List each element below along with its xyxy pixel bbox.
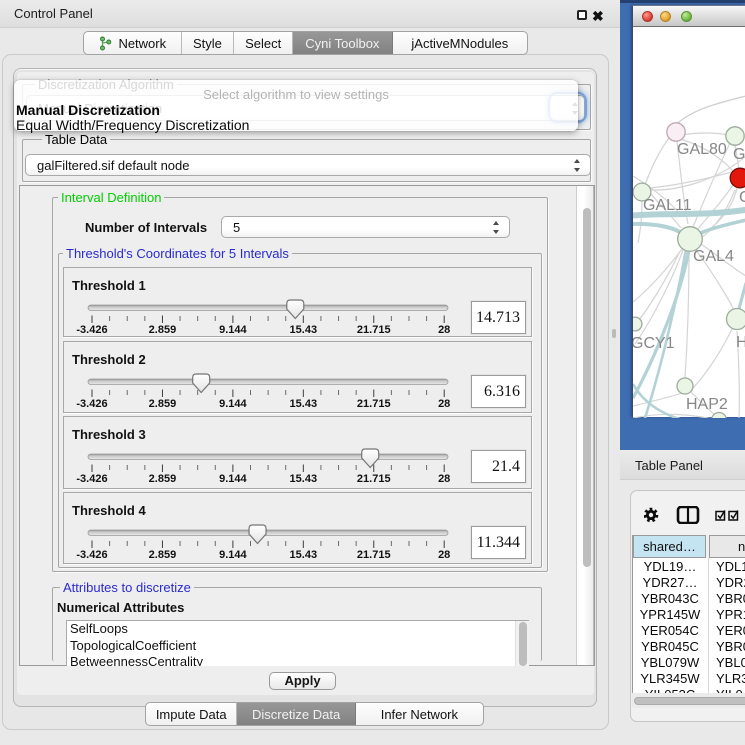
svg-text:21.715: 21.715 [357,398,391,410]
svg-text:-3.426: -3.426 [76,549,107,561]
svg-text:21.715: 21.715 [357,473,391,485]
svg-text:2.859: 2.859 [149,473,177,485]
svg-text:15.43: 15.43 [290,398,318,410]
svg-text:2.859: 2.859 [149,398,177,410]
svg-text:15.43: 15.43 [290,549,318,561]
svg-text:-3.426: -3.426 [76,398,107,410]
svg-text:21.715: 21.715 [357,324,391,336]
svg-text:GAL4: GAL4 [693,248,734,265]
svg-text:28: 28 [438,398,450,410]
svg-text:28: 28 [438,324,450,336]
svg-text:15.43: 15.43 [290,473,318,485]
svg-text:21.715: 21.715 [357,549,391,561]
svg-text:H: H [736,334,745,351]
svg-text:GCY1: GCY1 [633,335,675,352]
svg-text:28: 28 [438,549,450,561]
svg-text:-3.426: -3.426 [76,473,107,485]
svg-text:15.43: 15.43 [290,324,318,336]
svg-text:9.144: 9.144 [219,398,247,410]
svg-text:C: C [739,189,745,206]
svg-text:GAL11: GAL11 [643,197,692,214]
svg-text:GA: GA [733,146,745,163]
svg-text:9.144: 9.144 [219,473,247,485]
svg-text:HAP2: HAP2 [686,396,728,413]
svg-text:9.144: 9.144 [219,324,247,336]
svg-text:GAL80: GAL80 [677,141,727,158]
svg-text:2.859: 2.859 [149,324,177,336]
svg-text:9.144: 9.144 [219,549,247,561]
svg-text:2.859: 2.859 [149,549,177,561]
svg-text:-3.426: -3.426 [76,324,107,336]
svg-text:28: 28 [438,473,450,485]
